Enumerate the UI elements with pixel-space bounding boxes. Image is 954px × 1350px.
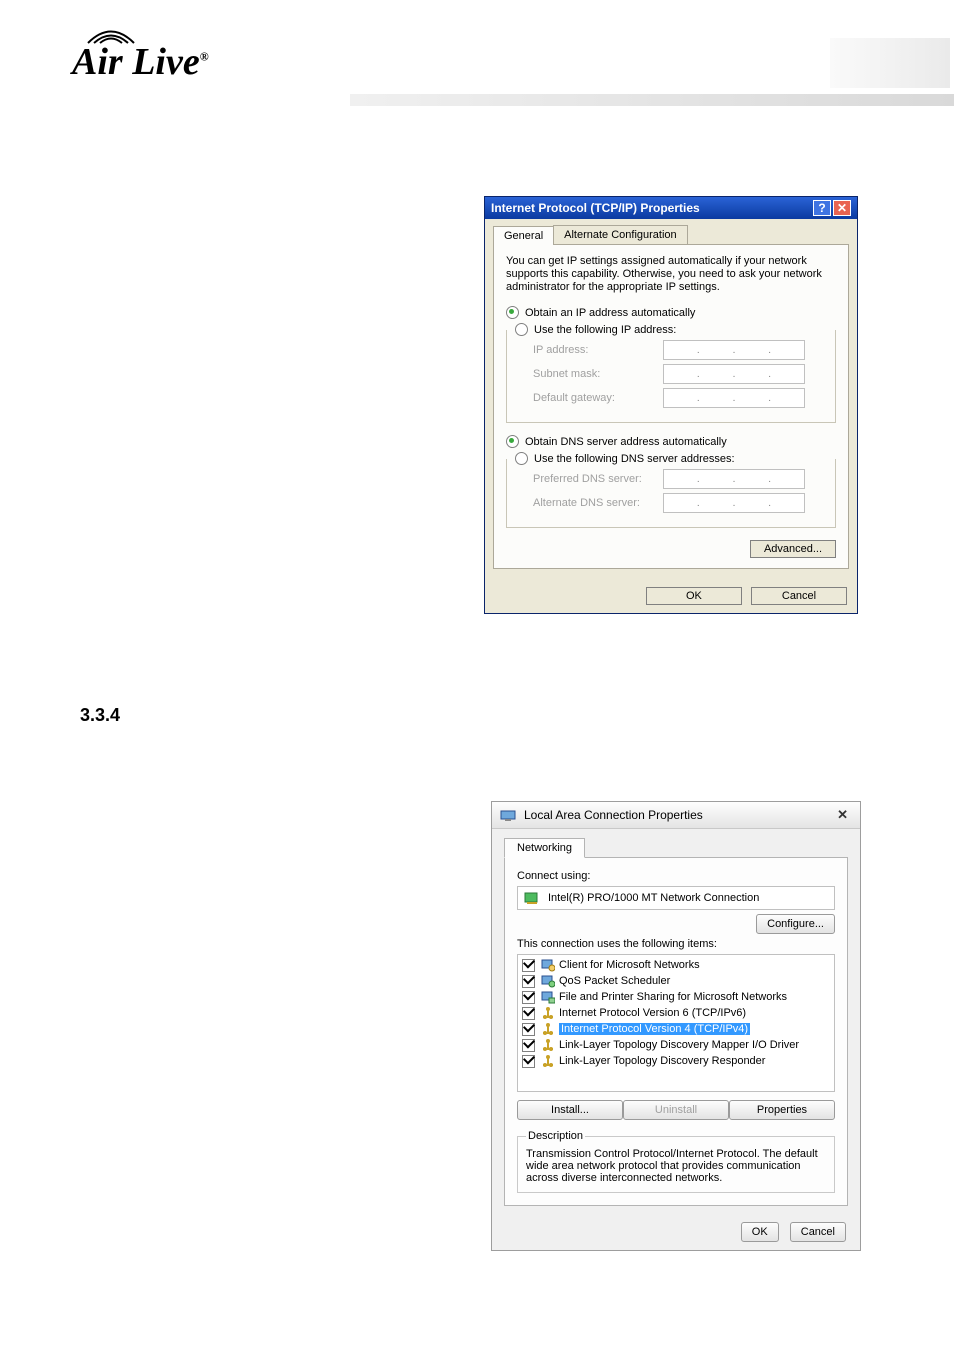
dialog-title: Internet Protocol (TCP/IP) Properties [491, 201, 700, 215]
header-gradient-bar [350, 94, 954, 106]
proto-icon [541, 1054, 555, 1068]
uninstall-button[interactable]: Uninstall [623, 1100, 729, 1120]
list-item[interactable]: Client for Microsoft Networks [520, 957, 832, 973]
help-button[interactable]: ? [813, 200, 831, 216]
radio-obtain-ip-auto[interactable]: Obtain an IP address automatically [506, 306, 836, 319]
checkbox[interactable] [522, 1023, 535, 1036]
section-number: 3.3.4 [80, 705, 120, 726]
logo-text: Air Live [72, 41, 200, 83]
input-subnet-mask[interactable]: ... [663, 364, 805, 384]
checkbox[interactable] [522, 991, 535, 1004]
label-preferred-dns: Preferred DNS server: [533, 473, 663, 485]
radio-icon [506, 435, 519, 448]
radio-label: Use the following DNS server addresses: [534, 453, 735, 465]
list-item[interactable]: Internet Protocol Version 4 (TCP/IPv4) [520, 1021, 832, 1037]
page-header: Air Live® [0, 0, 954, 110]
connection-items-listbox[interactable]: Client for Microsoft Networks QoS Packet … [517, 954, 835, 1092]
description-text: You can get IP settings assigned automat… [506, 255, 836, 294]
proto-icon [541, 1038, 555, 1052]
description-legend: Description [526, 1130, 585, 1142]
radio-use-following-ip[interactable]: Use the following IP address: [515, 323, 676, 336]
client-icon [541, 958, 555, 972]
nic-icon [524, 891, 540, 905]
label-subnet-mask: Subnet mask: [533, 368, 663, 380]
list-item-label: QoS Packet Scheduler [559, 975, 670, 987]
close-button[interactable]: ✕ [833, 200, 851, 216]
label-uses-items: This connection uses the following items… [517, 938, 835, 950]
list-item[interactable]: Internet Protocol Version 6 (TCP/IPv6) [520, 1005, 832, 1021]
tabstrip: General Alternate Configuration [493, 225, 849, 245]
label-connect-using: Connect using: [517, 870, 835, 882]
configure-button[interactable]: Configure... [756, 914, 835, 934]
close-button[interactable]: ✕ [833, 807, 852, 823]
proto-icon [541, 1022, 555, 1036]
window-icon [500, 808, 516, 822]
cancel-button[interactable]: Cancel [751, 587, 847, 605]
radio-icon [515, 452, 528, 465]
list-item-label: File and Printer Sharing for Microsoft N… [559, 991, 787, 1003]
dialog-footer: OK Cancel [485, 579, 857, 613]
logo-reg: ® [200, 49, 209, 63]
checkbox[interactable] [522, 1039, 535, 1052]
input-ip-address[interactable]: ... [663, 340, 805, 360]
radio-icon [515, 323, 528, 336]
radio-icon [506, 306, 519, 319]
ok-button[interactable]: OK [741, 1222, 779, 1242]
list-item-label: Internet Protocol Version 4 (TCP/IPv4) [559, 1023, 750, 1035]
checkbox[interactable] [522, 975, 535, 988]
cancel-button[interactable]: Cancel [790, 1222, 846, 1242]
install-button[interactable]: Install... [517, 1100, 623, 1120]
description-group: Description Transmission Control Protoco… [517, 1130, 835, 1193]
radio-label: Use the following IP address: [534, 324, 676, 336]
ok-button[interactable]: OK [646, 587, 742, 605]
dialog-titlebar[interactable]: Internet Protocol (TCP/IP) Properties ? … [485, 197, 857, 219]
airlive-logo: Air Live® [72, 40, 209, 84]
label-ip-address: IP address: [533, 344, 663, 356]
list-item-label: Internet Protocol Version 6 (TCP/IPv6) [559, 1007, 746, 1019]
adapter-box: Intel(R) PRO/1000 MT Network Connection [517, 886, 835, 910]
input-default-gateway[interactable]: ... [663, 388, 805, 408]
tab-networking[interactable]: Networking [504, 838, 585, 858]
description-text: Transmission Control Protocol/Internet P… [526, 1148, 826, 1184]
radio-label: Obtain DNS server address automatically [525, 436, 727, 448]
dialog-footer: OK Cancel [492, 1216, 860, 1250]
radio-obtain-dns-auto[interactable]: Obtain DNS server address automatically [506, 435, 836, 448]
group-manual-dns: Use the following DNS server addresses: … [506, 452, 836, 528]
radio-label: Obtain an IP address automatically [525, 307, 695, 319]
list-item[interactable]: QoS Packet Scheduler [520, 973, 832, 989]
input-alternate-dns[interactable]: ... [663, 493, 805, 513]
dialog-titlebar[interactable]: Local Area Connection Properties ✕ [492, 802, 860, 829]
lan-properties-dialog: Local Area Connection Properties ✕ Netwo… [491, 801, 861, 1251]
properties-button[interactable]: Properties [729, 1100, 835, 1120]
share-icon [541, 990, 555, 1004]
tab-panel-networking: Connect using: Intel(R) PRO/1000 MT Netw… [504, 857, 848, 1206]
tab-general[interactable]: General [493, 226, 554, 245]
tcpip-properties-dialog: Internet Protocol (TCP/IP) Properties ? … [484, 196, 858, 614]
checkbox[interactable] [522, 1055, 535, 1068]
list-item-label: Link-Layer Topology Discovery Mapper I/O… [559, 1039, 799, 1051]
radio-use-following-dns[interactable]: Use the following DNS server addresses: [515, 452, 735, 465]
qos-icon [541, 974, 555, 988]
dialog-title: Local Area Connection Properties [524, 808, 703, 822]
header-gradient-side [830, 38, 950, 88]
list-item-label: Client for Microsoft Networks [559, 959, 700, 971]
list-item[interactable]: Link-Layer Topology Discovery Responder [520, 1053, 832, 1069]
tab-panel-general: You can get IP settings assigned automat… [493, 245, 849, 569]
logo-antenna-icon [82, 26, 140, 44]
list-item[interactable]: Link-Layer Topology Discovery Mapper I/O… [520, 1037, 832, 1053]
list-item-label: Link-Layer Topology Discovery Responder [559, 1055, 765, 1067]
checkbox[interactable] [522, 959, 535, 972]
list-item[interactable]: File and Printer Sharing for Microsoft N… [520, 989, 832, 1005]
group-manual-ip: Use the following IP address: IP address… [506, 323, 836, 423]
proto-icon [541, 1006, 555, 1020]
checkbox[interactable] [522, 1007, 535, 1020]
adapter-name: Intel(R) PRO/1000 MT Network Connection [548, 892, 759, 904]
input-preferred-dns[interactable]: ... [663, 469, 805, 489]
tab-alternate-configuration[interactable]: Alternate Configuration [553, 225, 688, 244]
advanced-button[interactable]: Advanced... [750, 540, 836, 558]
label-default-gateway: Default gateway: [533, 392, 663, 404]
label-alternate-dns: Alternate DNS server: [533, 497, 663, 509]
